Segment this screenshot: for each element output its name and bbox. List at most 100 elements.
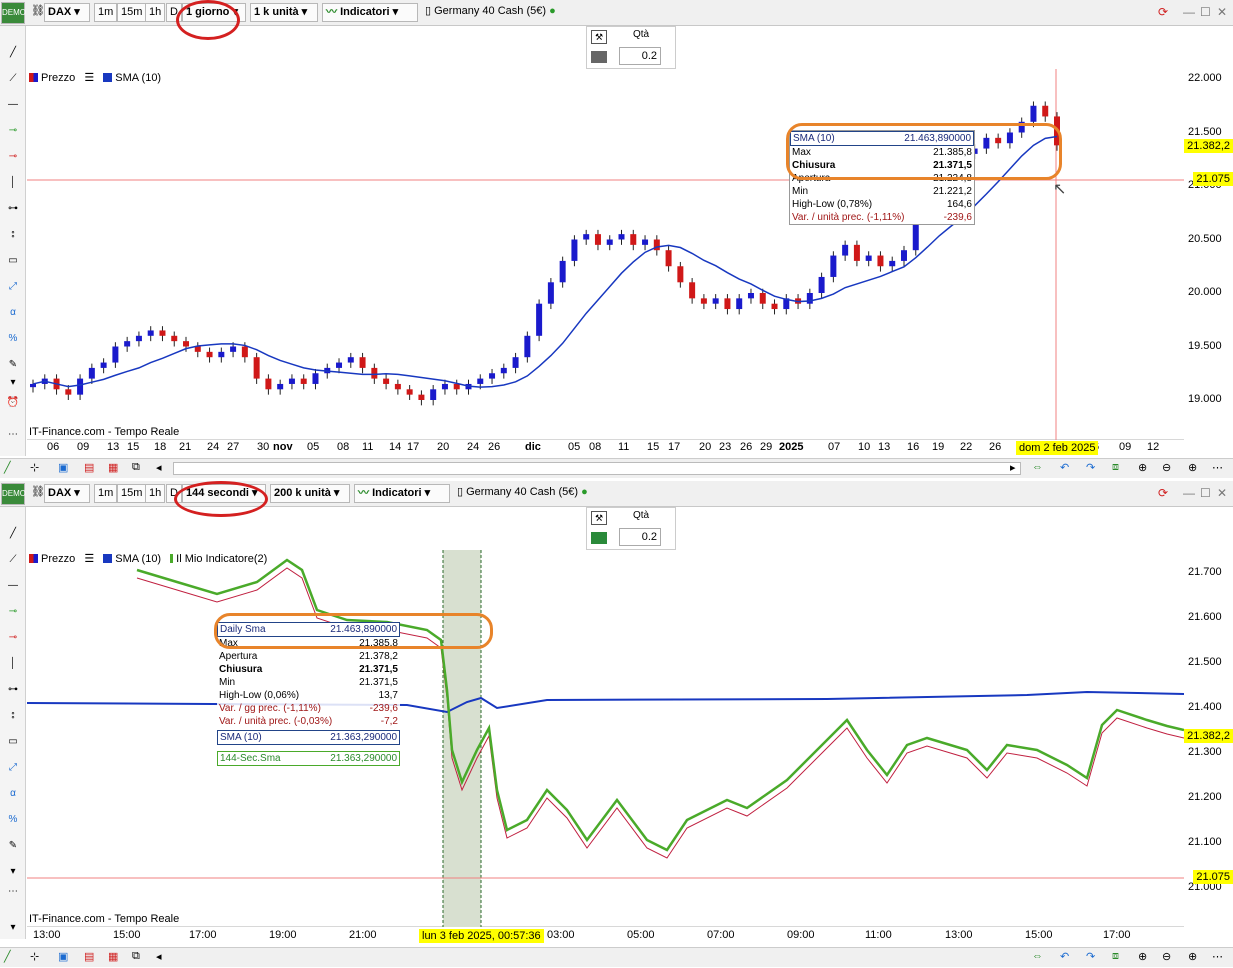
percent-icon[interactable]: %: [4, 332, 22, 346]
line-tool-icon[interactable]: ╱: [4, 46, 22, 60]
zoom-out-icon[interactable]: ⊖: [1162, 461, 1171, 474]
alpha-icon[interactable]: α: [4, 306, 22, 320]
chat-icon-2[interactable]: ▣: [58, 950, 68, 963]
legend-list-icon[interactable]: ☰: [84, 72, 94, 84]
window-icon[interactable]: ⧉: [132, 461, 140, 474]
price-plot-2[interactable]: Prezzo ☰ SMA (10) Il Mio Indicatore(2) D…: [27, 550, 1184, 927]
channel-icon-2[interactable]: ⊶: [4, 683, 22, 697]
zoom-fit-icon-2[interactable]: ⊕: [1138, 950, 1147, 963]
segment-tool-icon[interactable]: ⟋: [4, 72, 22, 86]
more-icon-2[interactable]: ⋯: [4, 885, 22, 899]
undo-icon[interactable]: ↶: [1060, 461, 1069, 474]
zoom-in-icon[interactable]: ⊕: [1188, 461, 1197, 474]
zoom-out-icon-2[interactable]: ⊖: [1162, 950, 1171, 963]
close-icon[interactable]: ✕: [1217, 5, 1227, 19]
pencil-icon-2[interactable]: ✎: [4, 839, 22, 853]
grid-icon[interactable]: ▦: [108, 461, 118, 474]
alpha-icon-2[interactable]: α: [4, 787, 22, 801]
grid-icon-2[interactable]: ▦: [108, 950, 118, 963]
tf-15m[interactable]: 15m: [117, 3, 147, 22]
quantity-input[interactable]: 0.2: [619, 47, 661, 65]
symbol-selector-2[interactable]: DAX ▾: [44, 484, 90, 503]
zoom-icon-2[interactable]: ⊹: [30, 950, 39, 963]
fib-icon-2[interactable]: ⦂: [4, 709, 22, 723]
keypad-icon-2[interactable]: [591, 532, 607, 544]
legend-list-icon-2[interactable]: ☰: [84, 553, 94, 565]
close-icon-2[interactable]: ✕: [1217, 486, 1227, 500]
buy-line-icon[interactable]: ⊸: [4, 124, 22, 138]
zoom-in-icon-2[interactable]: ⊕: [1188, 950, 1197, 963]
units-selector-2[interactable]: 200 k unità ▾: [270, 484, 350, 503]
settings-icon-2[interactable]: ⋯: [1212, 950, 1223, 963]
maximize-icon[interactable]: ☐: [1200, 5, 1211, 19]
window-icon-2[interactable]: ⧉: [132, 950, 140, 963]
alarm-icon[interactable]: ⏰: [4, 396, 22, 410]
chat-icon[interactable]: ▣: [58, 461, 68, 474]
legend-sma-2[interactable]: SMA (10): [103, 553, 161, 565]
horizontal-line-icon[interactable]: —: [4, 98, 22, 112]
quantity-input-2[interactable]: 0.2: [619, 528, 661, 546]
tf-1h-2[interactable]: 1h: [145, 484, 166, 503]
sell-line-icon-2[interactable]: ⊸: [4, 631, 22, 645]
trend-icon[interactable]: ⤢: [4, 280, 22, 294]
indicators-button[interactable]: 〰 Indicatori ▾: [322, 3, 418, 22]
keypad-icon[interactable]: [591, 51, 607, 63]
draw-icon[interactable]: ╱: [4, 461, 11, 474]
chevron-down-icon-3[interactable]: ▾: [4, 921, 22, 935]
undo-icon-2[interactable]: ↶: [1060, 950, 1069, 963]
line-tool-icon-2[interactable]: ╱: [4, 527, 22, 541]
sell-line-icon[interactable]: ⊸: [4, 150, 22, 164]
vertical-line-icon[interactable]: │: [4, 176, 22, 190]
scroll-left-icon[interactable]: ◂: [156, 461, 162, 474]
zoom-fit-icon[interactable]: ⊕: [1138, 461, 1147, 474]
buy-line-icon-2[interactable]: ⊸: [4, 605, 22, 619]
minimize-icon-2[interactable]: —: [1183, 486, 1195, 500]
legend-custom-2[interactable]: Il Mio Indicatore(2): [170, 553, 267, 565]
settings-icon[interactable]: ⋯: [1212, 461, 1223, 474]
autoscale-icon-2[interactable]: ⇔: [1032, 950, 1043, 962]
symbol-selector[interactable]: DAX ▾: [44, 3, 90, 22]
fib-icon[interactable]: ⦂: [4, 228, 22, 242]
table-icon-2[interactable]: ▤: [84, 950, 94, 963]
scrollbar[interactable]: [173, 462, 1021, 475]
ruler-icon-2[interactable]: ▭: [4, 735, 22, 749]
x-tick: 13: [878, 441, 891, 453]
wrench-icon-2[interactable]: ⚒: [591, 511, 607, 525]
percent-icon-2[interactable]: %: [4, 813, 22, 827]
refresh-icon-2[interactable]: ⟳: [1158, 486, 1168, 500]
units-selector[interactable]: 1 k unità ▾: [250, 3, 318, 22]
refresh-icon[interactable]: ⟳: [1158, 5, 1168, 19]
tf-1m[interactable]: 1m: [94, 3, 118, 22]
more-icon[interactable]: ⋯: [4, 428, 22, 442]
zoom-icon[interactable]: ⊹: [30, 461, 39, 474]
redo-icon-2[interactable]: ↷: [1086, 950, 1095, 963]
chevron-down-icon[interactable]: ▾: [4, 376, 22, 390]
draw-icon-2[interactable]: ╱: [4, 950, 11, 963]
tf-15m-2[interactable]: 15m: [117, 484, 147, 503]
tf-1h[interactable]: 1h: [145, 3, 166, 22]
price-plot[interactable]: ↖ Prezzo ☰ SMA (10) SMA (10) 21.463,89000…: [27, 69, 1184, 440]
tf-1m-2[interactable]: 1m: [94, 484, 118, 503]
vertical-line-icon-2[interactable]: │: [4, 657, 22, 671]
legend-sma[interactable]: SMA (10): [103, 72, 161, 84]
legend-price-2[interactable]: Prezzo: [29, 553, 75, 565]
redo-icon[interactable]: ↷: [1086, 461, 1095, 474]
maximize-icon-2[interactable]: ☐: [1200, 486, 1211, 500]
channel-icon[interactable]: ⊶: [4, 202, 22, 216]
legend-price[interactable]: Prezzo: [29, 72, 75, 84]
scroll-left-icon-2[interactable]: ◂: [156, 950, 162, 963]
scroll-right-icon[interactable]: ▸: [1010, 461, 1016, 474]
segment-tool-icon-2[interactable]: ⟋: [4, 553, 22, 567]
autoscale-icon[interactable]: ⇔: [1032, 461, 1043, 473]
ruler-icon[interactable]: ▭: [4, 254, 22, 268]
indicators-button-2[interactable]: 〰 Indicatori ▾: [354, 484, 450, 503]
export-icon[interactable]: ⧈: [1112, 461, 1119, 474]
chevron-down-icon-2[interactable]: ▾: [4, 865, 22, 879]
export-icon-2[interactable]: ⧈: [1112, 950, 1119, 963]
trend-icon-2[interactable]: ⤢: [4, 761, 22, 775]
pencil-icon[interactable]: ✎: [4, 358, 22, 372]
minimize-icon[interactable]: —: [1183, 5, 1195, 19]
table-icon[interactable]: ▤: [84, 461, 94, 474]
horizontal-line-icon-2[interactable]: —: [4, 579, 22, 593]
wrench-icon[interactable]: ⚒: [591, 30, 607, 44]
